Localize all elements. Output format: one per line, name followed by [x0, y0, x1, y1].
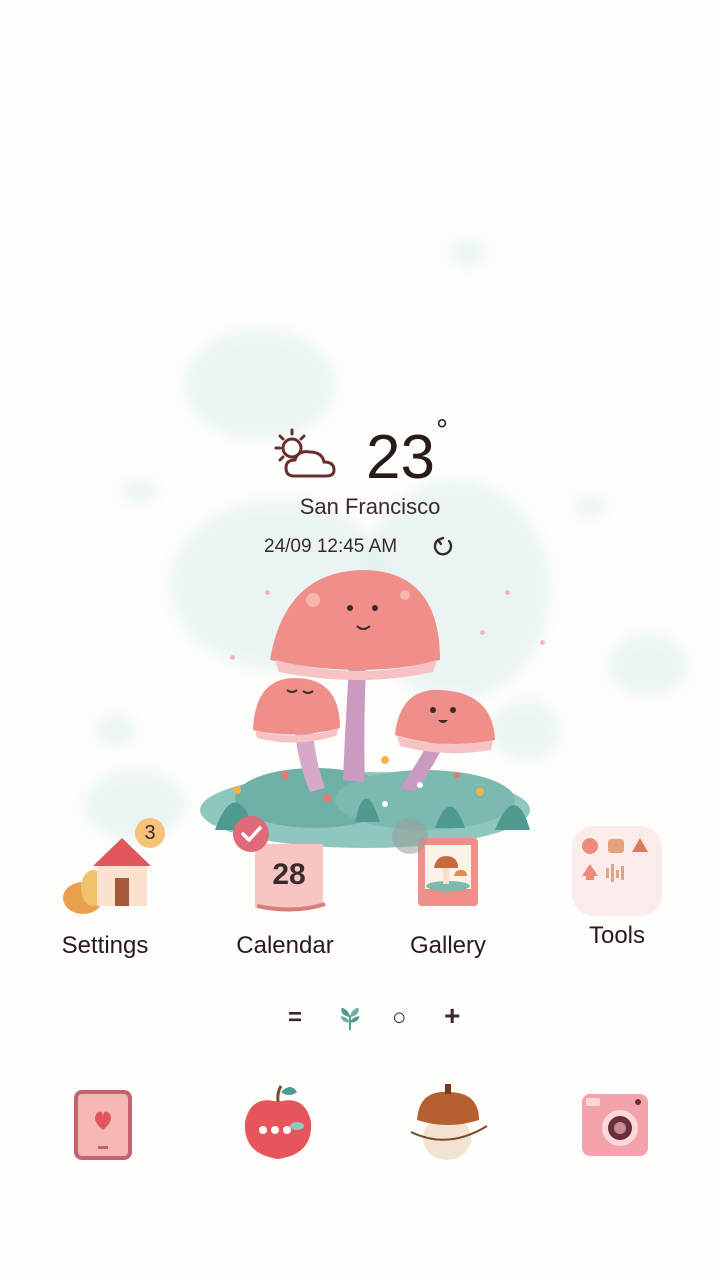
dock-messages-icon[interactable]	[233, 1080, 323, 1170]
camera-icon	[582, 1094, 648, 1156]
tools-folder-icon	[572, 826, 662, 916]
house-icon: 3	[55, 818, 165, 926]
app-label: Settings	[61, 932, 149, 959]
background-wash	[608, 635, 688, 695]
app-label: Calendar	[236, 932, 334, 959]
background-wash	[95, 715, 135, 745]
updated-time: 24/09 12:45 AM	[264, 536, 398, 557]
menu-button[interactable]: =	[288, 1004, 302, 1032]
page-dot[interactable]: ○	[392, 1004, 407, 1032]
phone-tablet-icon	[74, 1090, 132, 1160]
page-controls: = ○ +	[280, 1000, 470, 1044]
add-page-button[interactable]: +	[444, 1000, 460, 1032]
leaf-page-icon[interactable]	[336, 1004, 364, 1032]
apple-messages-icon	[244, 1085, 312, 1159]
notification-badge: 3	[135, 818, 165, 848]
app-label: Gallery	[409, 932, 487, 959]
city-name: San Francisco	[299, 494, 441, 519]
refresh-icon[interactable]	[432, 536, 454, 558]
mushroom-illustration	[200, 570, 530, 848]
decor-dot	[540, 640, 545, 645]
app-gallery[interactable]: Gallery	[373, 818, 523, 960]
background-wash	[450, 240, 486, 266]
app-calendar[interactable]: 28 Calendar	[210, 816, 360, 960]
calendar-icon: 28	[233, 816, 335, 926]
app-settings[interactable]: 3 Settings	[30, 818, 180, 960]
check-badge	[233, 816, 269, 852]
dock-browser-icon[interactable]	[403, 1080, 493, 1170]
acorn-browser-icon	[410, 1084, 488, 1160]
degree-symbol: °	[436, 414, 448, 447]
partly-cloudy-icon	[274, 428, 336, 478]
dock-camera-icon[interactable]	[570, 1080, 660, 1170]
app-label: Tools	[588, 922, 646, 949]
photo-icon	[392, 818, 498, 926]
dock-phone-icon[interactable]	[58, 1080, 148, 1170]
calendar-date: 28	[272, 858, 305, 891]
leaf-badge	[392, 818, 428, 854]
temperature: 23	[366, 423, 435, 492]
app-tools-folder[interactable]: Tools	[542, 826, 692, 950]
